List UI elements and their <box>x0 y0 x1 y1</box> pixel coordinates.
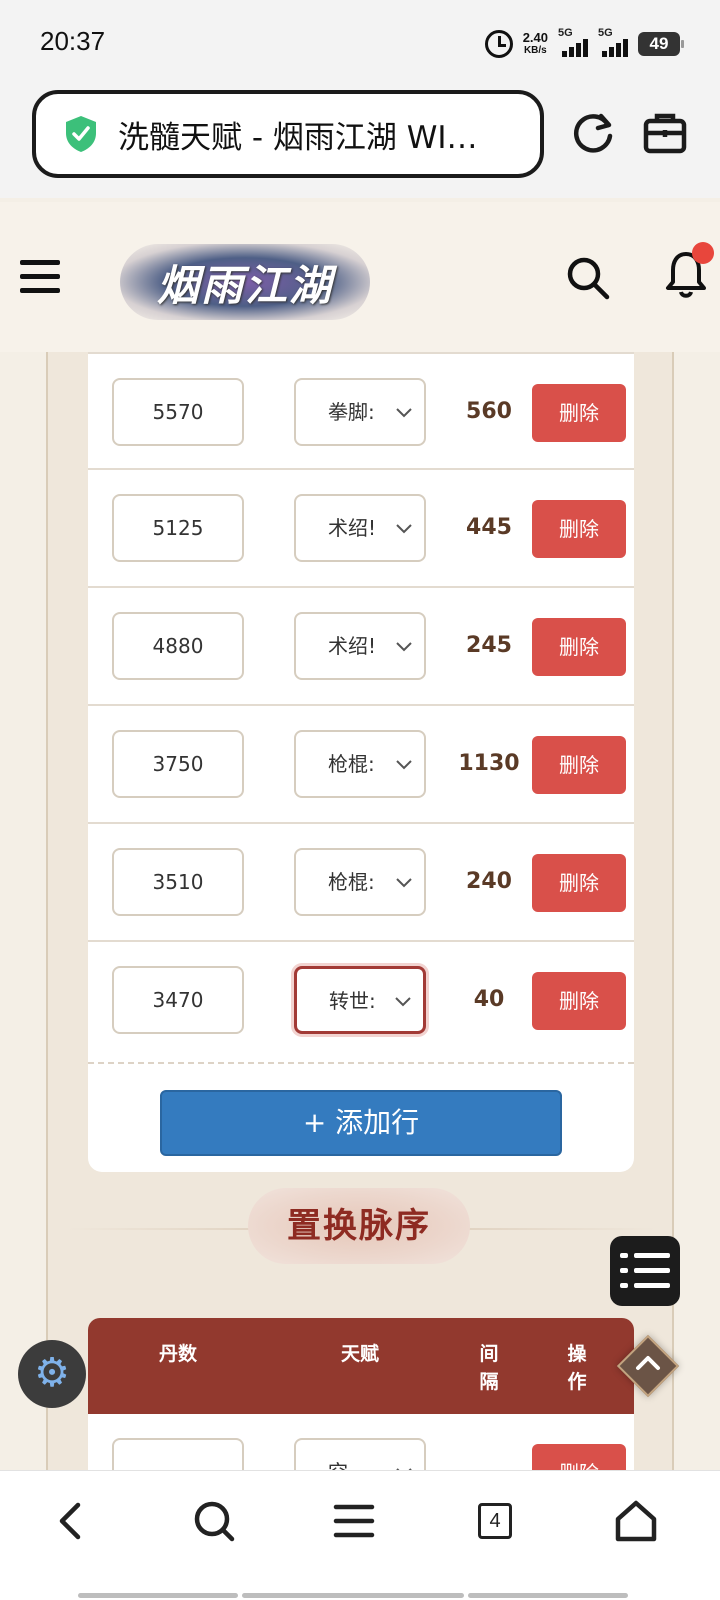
talent-select[interactable]: 术绍! <box>294 494 426 562</box>
talent-select-value: 术绍! <box>328 516 377 540</box>
tabs-icon[interactable]: 4 <box>478 1503 512 1539</box>
toolbox-icon[interactable] <box>640 108 690 158</box>
header-operation-line2: 作 <box>567 1371 587 1393</box>
table-row: 4880 术绍! 245 删除 <box>88 588 634 706</box>
table-row: 3510 枪棍: 240 删除 <box>88 824 634 942</box>
header-operation: 操 作 <box>554 1340 600 1396</box>
talent-select-value: 拳脚: <box>328 400 375 424</box>
status-bar: 20:37 2.40 KB/s 5G 5G 49 <box>0 0 720 88</box>
talent-table-card: 5570 拳脚: 560 删除 5125 术绍! 445 删除 4880 术绍!… <box>88 352 634 1172</box>
table-row: 3750 枪棍: 1130 删除 <box>88 706 634 824</box>
add-row-button[interactable]: + 添加行 <box>160 1090 562 1156</box>
section-title: 置换脉序 <box>248 1188 470 1264</box>
main-content: 5570 拳脚: 560 删除 5125 术绍! 445 删除 4880 术绍!… <box>46 352 674 1500</box>
table-row: 5125 术绍! 445 删除 <box>88 470 634 588</box>
interval-value: 445 <box>466 515 512 540</box>
talent-select[interactable]: 枪棍: <box>294 848 426 916</box>
status-icons: 2.40 KB/s 5G 5G 49 <box>484 27 684 60</box>
talent-select-value: 枪棍: <box>328 752 375 776</box>
hamburger-menu-icon[interactable] <box>20 260 60 294</box>
talent-select[interactable]: 枪棍: <box>294 730 426 798</box>
chevron-down-icon <box>395 997 411 1007</box>
delete-button[interactable]: 删除 <box>532 618 626 676</box>
header-talent: 天赋 <box>340 1343 379 1365</box>
search-icon[interactable] <box>566 256 610 300</box>
battery-icon: 49 <box>638 32 684 56</box>
delete-button[interactable]: 删除 <box>532 500 626 558</box>
search-icon[interactable] <box>190 1497 238 1545</box>
chevron-down-icon <box>396 760 412 770</box>
chevron-down-icon <box>396 408 412 418</box>
table-row: 3470 转世: 40 删除 <box>88 942 634 1060</box>
talent-select[interactable]: 拳脚: <box>294 378 426 446</box>
dan-input[interactable]: 3470 <box>112 966 244 1034</box>
interval-value: 240 <box>466 869 512 894</box>
dan-input[interactable]: 3750 <box>112 730 244 798</box>
dan-input[interactable]: 5125 <box>112 494 244 562</box>
net-speed-value: 2.40 <box>522 30 548 45</box>
alarm-icon <box>484 30 513 58</box>
chevron-down-icon <box>396 524 412 534</box>
signal-icon-1: 5G <box>558 27 588 57</box>
talent-select-value: 术绍! <box>328 634 377 658</box>
site-logo[interactable]: 烟雨江湖 <box>120 244 370 320</box>
chevron-up-icon <box>636 1356 660 1370</box>
shield-check-icon <box>66 116 96 152</box>
delete-button[interactable]: 删除 <box>532 736 626 794</box>
back-icon[interactable] <box>48 1497 96 1545</box>
chevron-down-icon <box>396 878 412 888</box>
list-menu-icon[interactable] <box>610 1236 680 1306</box>
interval-value: 245 <box>466 633 512 658</box>
talent-select-value: 转世: <box>329 989 376 1013</box>
delete-button[interactable]: 删除 <box>532 972 626 1030</box>
header-interval: 间 隔 <box>466 1340 512 1396</box>
talent-select-value: 枪棍: <box>328 870 375 894</box>
chevron-down-icon <box>396 642 412 652</box>
header-interval-line2: 隔 <box>479 1371 499 1393</box>
gesture-bar <box>78 1593 238 1598</box>
status-time: 20:37 <box>40 26 106 56</box>
dan-input[interactable]: 3510 <box>112 848 244 916</box>
interval-value: 40 <box>473 987 505 1012</box>
gesture-bar <box>242 1593 464 1598</box>
notification-dot <box>692 242 714 264</box>
interval-value: 1130 <box>458 751 520 776</box>
delete-button[interactable]: 删除 <box>532 854 626 912</box>
browser-toolbar: 洗髓天赋 - 烟雨江湖 WI… <box>0 88 720 198</box>
header-dan: 丹数 <box>158 1343 197 1365</box>
table-header: 丹数 天赋 间 隔 操 作 <box>88 1318 634 1414</box>
signal-icon-2: 5G <box>598 27 628 57</box>
divider <box>88 1062 634 1064</box>
site-header: 烟雨江湖 <box>0 202 720 352</box>
logo-text: 烟雨江湖 <box>156 260 333 310</box>
table-row: 5570 拳脚: 560 删除 <box>88 352 634 470</box>
delete-button[interactable]: 删除 <box>532 384 626 442</box>
bottom-navigation: 4 <box>0 1470 720 1600</box>
settings-gear-icon[interactable]: ⚙ <box>18 1340 86 1408</box>
reload-icon[interactable] <box>568 108 618 158</box>
dan-input[interactable]: 5570 <box>112 378 244 446</box>
talent-select[interactable]: 术绍! <box>294 612 426 680</box>
url-bar[interactable]: 洗髓天赋 - 烟雨江湖 WI… <box>32 90 544 178</box>
dan-input[interactable]: 4880 <box>112 612 244 680</box>
interval-value: 560 <box>466 399 512 424</box>
signal-label-1: 5G <box>558 27 573 39</box>
gesture-bar <box>468 1593 628 1598</box>
header-operation-line1: 操 <box>567 1343 587 1365</box>
url-title: 洗髓天赋 - 烟雨江湖 WI… <box>118 119 478 156</box>
home-icon[interactable] <box>612 1497 660 1545</box>
net-speed-unit: KB/s <box>523 45 547 56</box>
signal-label-2: 5G <box>598 27 613 39</box>
menu-icon[interactable] <box>330 1497 378 1545</box>
header-interval-line1: 间 <box>479 1343 499 1365</box>
talent-select[interactable]: 转世: <box>294 966 426 1034</box>
net-speed: 2.40 KB/s <box>523 31 548 57</box>
